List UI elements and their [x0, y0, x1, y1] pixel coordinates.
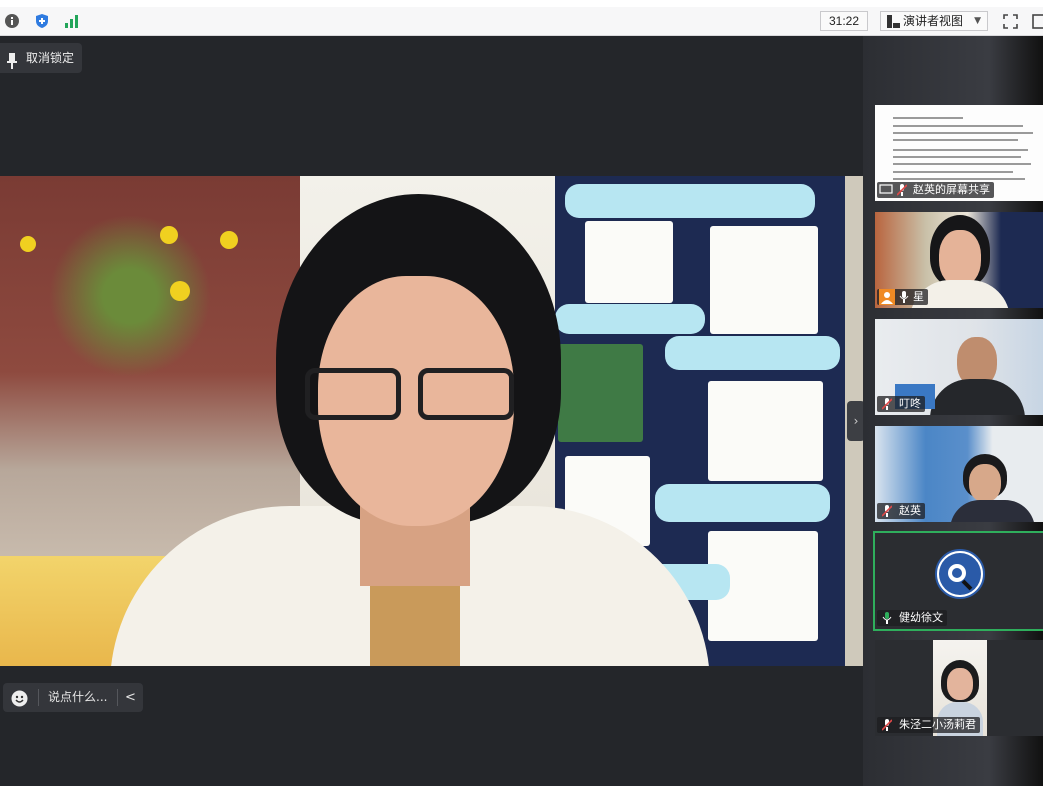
participant-name-tag: 赵英	[877, 503, 925, 519]
flower	[170, 281, 190, 301]
screen-share-icon	[879, 182, 893, 201]
signal-icon[interactable]	[63, 12, 81, 30]
text-line	[893, 156, 1021, 158]
participant-name: 健幼徐文	[899, 611, 943, 624]
chevron-down-icon: ▼	[974, 16, 981, 26]
participant-name: 朱泾二小汤莉君	[899, 718, 976, 731]
view-mode-dropdown[interactable]: 演讲者视图 ▼	[880, 11, 988, 31]
person-shirt	[950, 500, 1035, 522]
glasses	[305, 368, 401, 420]
text-line	[893, 139, 1018, 141]
chat-bar[interactable]: 说点什么... <	[3, 683, 143, 712]
view-mode-label: 演讲者视图	[903, 14, 964, 28]
emoji-icon[interactable]	[11, 689, 28, 718]
meeting-timer: 31:22	[820, 11, 868, 31]
text-line	[893, 163, 1031, 165]
text-line	[893, 125, 1023, 127]
chevron-right-icon: ›	[853, 414, 859, 428]
participant-name: 星	[913, 290, 924, 303]
participant-name-tag: 赵英的屏幕共享	[877, 182, 994, 198]
text-line	[893, 178, 1025, 180]
flower	[160, 226, 178, 244]
window-icon[interactable]	[1030, 12, 1043, 30]
text-line	[893, 171, 1013, 173]
text-line	[893, 117, 963, 119]
board-label	[665, 336, 840, 370]
meeting-window: 31:22 演讲者视图 ▼ 取消锁定 › 说点什么... < 赵英的屏幕共享 星…	[0, 0, 1043, 786]
participant-name-tag: 叮咚	[877, 396, 925, 412]
mic-icon	[899, 291, 909, 308]
flower	[20, 236, 36, 252]
text-line	[893, 149, 1028, 151]
participant-name: 赵英的屏幕共享	[913, 183, 990, 196]
mic-muted-icon	[881, 505, 893, 522]
mic-muted-icon	[881, 398, 893, 415]
participant-name-tag: 朱泾二小汤莉君	[877, 717, 980, 733]
info-icon[interactable]	[3, 12, 21, 30]
flower	[220, 231, 238, 249]
participant-name-tag: 星	[877, 289, 928, 305]
unlock-label: 取消锁定	[26, 51, 75, 65]
participant-tile[interactable]: 星	[875, 212, 1043, 308]
participant-tile[interactable]: 健幼徐文	[873, 531, 1043, 631]
chat-input[interactable]: 说点什么...	[48, 683, 107, 712]
participant-name: 叮咚	[899, 397, 921, 410]
person-shirt	[930, 379, 1025, 415]
divider	[38, 689, 39, 706]
board-label	[655, 484, 830, 522]
divider	[117, 689, 118, 706]
unlock-button[interactable]: 取消锁定	[0, 43, 82, 73]
layout-icon	[887, 15, 900, 33]
participant-tile[interactable]: 叮咚	[875, 319, 1043, 415]
main-video[interactable]	[0, 176, 863, 666]
flower-plant	[40, 196, 220, 396]
participant-tile[interactable]: 朱泾二小汤莉君	[875, 640, 1043, 736]
meeting-toolbar: 31:22 演讲者视图 ▼	[0, 7, 1043, 36]
participant-tile[interactable]: 赵英	[875, 426, 1043, 522]
board-poster	[558, 344, 643, 442]
avatar	[935, 549, 985, 599]
host-icon	[879, 289, 895, 305]
board-poster	[585, 221, 673, 303]
text-line	[893, 132, 1033, 134]
mic-muted-icon	[896, 184, 908, 201]
shield-icon[interactable]	[33, 12, 51, 30]
participant-name: 赵英	[899, 504, 921, 517]
mic-active-icon	[882, 612, 892, 629]
fullscreen-icon[interactable]	[1001, 12, 1019, 30]
person-face	[939, 230, 981, 286]
pin-icon	[6, 50, 18, 80]
chevron-left-icon[interactable]: <	[125, 683, 136, 712]
board-label	[555, 304, 705, 334]
board-poster	[710, 226, 818, 334]
top-strip	[0, 0, 1043, 7]
person-face	[969, 464, 1001, 502]
glasses	[418, 368, 514, 420]
person-face	[947, 668, 973, 700]
board-poster	[708, 381, 823, 481]
participant-tile[interactable]: 赵英的屏幕共享	[875, 105, 1043, 201]
mic-muted-icon	[881, 719, 893, 736]
participant-name-tag: 健幼徐文	[877, 610, 947, 626]
board-label	[565, 184, 815, 218]
